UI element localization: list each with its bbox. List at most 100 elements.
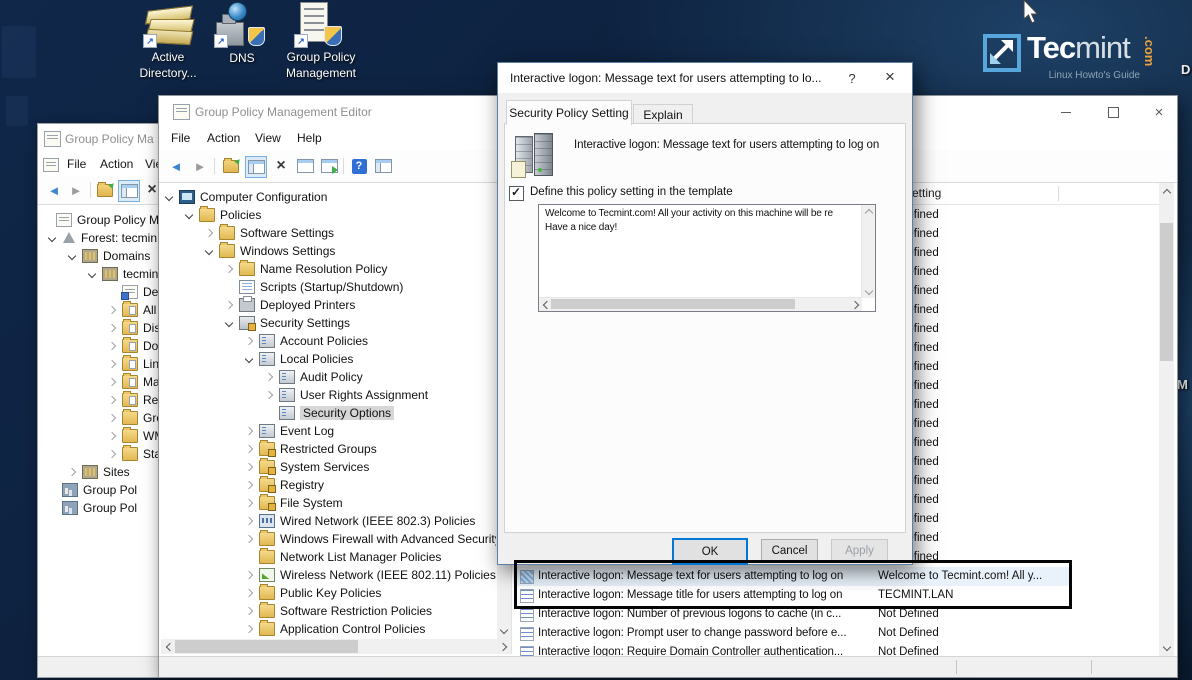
tree-item-scripts-startup-shutdown[interactable]: Scripts (Startup/Shutdown) — [226, 278, 403, 296]
minimize-button[interactable] — [1052, 102, 1080, 122]
tree-item-do[interactable]: Do — [109, 337, 158, 355]
tree-item-event-log[interactable]: Event Log — [246, 422, 334, 440]
tree-item-system-services[interactable]: System Services — [246, 458, 369, 476]
chevron-right-icon[interactable] — [108, 378, 116, 386]
scroll-left-icon[interactable] — [161, 639, 176, 654]
chevron-right-icon[interactable] — [245, 535, 253, 543]
close-button[interactable]: × — [1145, 102, 1173, 122]
textbox-vertical-scrollbar[interactable] — [861, 205, 875, 298]
apply-button[interactable]: Apply — [831, 539, 888, 562]
tree-item-registry[interactable]: Registry — [246, 476, 324, 494]
chevron-right-icon[interactable] — [245, 427, 253, 435]
folder-up-icon[interactable] — [95, 180, 115, 200]
tab-security-policy-setting[interactable]: Security Policy Setting — [506, 100, 632, 125]
scroll-down-icon[interactable] — [862, 285, 875, 298]
faint-desktop-icon[interactable] — [6, 96, 28, 126]
tree-item-wired-network-ieee-802-3-policies[interactable]: Wired Network (IEEE 802.3) Policies — [246, 512, 475, 530]
chevron-down-icon[interactable] — [165, 193, 173, 201]
scrollbar-thumb[interactable] — [175, 640, 358, 653]
tree-item-def[interactable]: Def — [109, 283, 162, 301]
faint-desktop-icon[interactable] — [2, 26, 36, 78]
chevron-right-icon[interactable] — [245, 499, 253, 507]
tree-item-domains[interactable]: Domains — [69, 247, 150, 265]
properties-icon[interactable] — [295, 156, 315, 176]
cancel-button[interactable]: Cancel — [761, 539, 818, 562]
scroll-right-icon[interactable] — [849, 298, 862, 311]
chevron-down-icon[interactable] — [185, 211, 193, 219]
message-text-input[interactable]: Welcome to Tecmint.com! All your activit… — [538, 204, 876, 312]
menu-item-action[interactable]: Action — [203, 129, 244, 147]
tree-item-deployed-printers[interactable]: Deployed Printers — [226, 296, 355, 314]
dialog-titlebar[interactable]: Interactive logon: Message text for user… — [498, 63, 912, 93]
chevron-right-icon[interactable] — [245, 481, 253, 489]
chevron-right-icon[interactable] — [245, 337, 253, 345]
tree-item-sites[interactable]: Sites — [69, 463, 130, 481]
tree-item-audit-policy[interactable]: Audit Policy — [266, 368, 363, 386]
menu-item-file[interactable]: File — [167, 129, 194, 147]
delete-icon[interactable]: × — [271, 156, 291, 176]
tree-item-local-policies[interactable]: Local Policies — [246, 350, 353, 368]
tree-item-all[interactable]: All — [109, 301, 156, 319]
tree-item-account-policies[interactable]: Account Policies — [246, 332, 368, 350]
chevron-down-icon[interactable] — [68, 252, 76, 260]
scroll-up-icon[interactable] — [862, 205, 875, 218]
forward-icon[interactable]: ► — [190, 156, 210, 176]
scroll-up-icon[interactable] — [1159, 183, 1174, 199]
chevron-right-icon[interactable] — [205, 229, 213, 237]
tree-item-restricted-groups[interactable]: Restricted Groups — [246, 440, 377, 458]
maximize-button[interactable] — [1099, 102, 1127, 122]
chevron-right-icon[interactable] — [108, 450, 116, 458]
chevron-right-icon[interactable] — [245, 589, 253, 597]
tree-item-wm[interactable]: WM — [109, 427, 164, 445]
tree-item-computer-configuration[interactable]: Computer Configuration — [166, 188, 327, 206]
chevron-right-icon[interactable] — [225, 301, 233, 309]
policy-row[interactable]: Interactive logon: Prompt user to change… — [512, 624, 1157, 643]
chevron-right-icon[interactable] — [245, 445, 253, 453]
tree-item-policies[interactable]: Policies — [186, 206, 261, 224]
menu-item-action[interactable]: Action — [96, 155, 137, 173]
chevron-right-icon[interactable] — [108, 324, 116, 332]
scrollbar-thumb[interactable] — [551, 299, 795, 309]
column-divider[interactable] — [1058, 186, 1059, 201]
folder-up-icon[interactable] — [221, 156, 241, 176]
tree-item-public-key-policies[interactable]: Public Key Policies — [246, 584, 381, 602]
tree-item-windows-settings[interactable]: Windows Settings — [206, 242, 335, 260]
tree-item-gro[interactable]: Gro — [109, 409, 163, 427]
console-tree-toggle-icon[interactable] — [245, 156, 267, 178]
chevron-right-icon[interactable] — [108, 360, 116, 368]
chevron-right-icon[interactable] — [245, 571, 253, 579]
chevron-right-icon[interactable] — [225, 265, 233, 273]
back-icon[interactable]: ◄ — [166, 156, 186, 176]
textbox-horizontal-scrollbar[interactable] — [539, 297, 862, 311]
chevron-right-icon[interactable] — [245, 463, 253, 471]
define-policy-checkbox-label[interactable]: Define this policy setting in the templa… — [530, 186, 733, 198]
tree-item-application-control-policies[interactable]: Application Control Policies — [246, 620, 425, 638]
tree-item-forest-tecmin[interactable]: Forest: tecmin — [49, 229, 157, 247]
tree-item-lin[interactable]: Lin — [109, 355, 159, 373]
tree-item-res[interactable]: Res — [109, 391, 164, 409]
tree-item-security-settings[interactable]: Security Settings — [226, 314, 350, 332]
scrollbar-thumb[interactable] — [1160, 223, 1173, 361]
tree-item-security-options[interactable]: Security Options — [266, 404, 394, 422]
forward-icon[interactable]: ► — [66, 180, 86, 200]
menu-item-help[interactable]: Help — [293, 129, 326, 147]
scroll-down-icon[interactable] — [1159, 640, 1174, 656]
desktop-icon-label[interactable]: Management — [271, 66, 371, 80]
chevron-down-icon[interactable] — [88, 270, 96, 278]
chevron-right-icon[interactable] — [108, 414, 116, 422]
chevron-right-icon[interactable] — [265, 373, 273, 381]
help-button[interactable]: ? — [842, 68, 862, 88]
tree-item-network-list-manager-policies[interactable]: Network List Manager Policies — [246, 548, 441, 566]
chevron-right-icon[interactable] — [68, 468, 76, 476]
desktop-icon-label[interactable]: Group Policy — [271, 50, 371, 64]
define-policy-checkbox[interactable] — [509, 186, 524, 201]
scroll-down-icon[interactable] — [497, 623, 511, 639]
tree-item-ma[interactable]: Ma — [109, 373, 160, 391]
tree-item-software-settings[interactable]: Software Settings — [206, 224, 334, 242]
close-button[interactable]: × — [880, 67, 900, 87]
tree-item-sta[interactable]: Sta — [109, 445, 161, 463]
console-tree-toggle-icon[interactable] — [118, 180, 140, 202]
tree-item-tecmin[interactable]: tecmin — [89, 265, 158, 283]
chevron-right-icon[interactable] — [265, 391, 273, 399]
tree-item-name-resolution-policy[interactable]: Name Resolution Policy — [226, 260, 387, 278]
